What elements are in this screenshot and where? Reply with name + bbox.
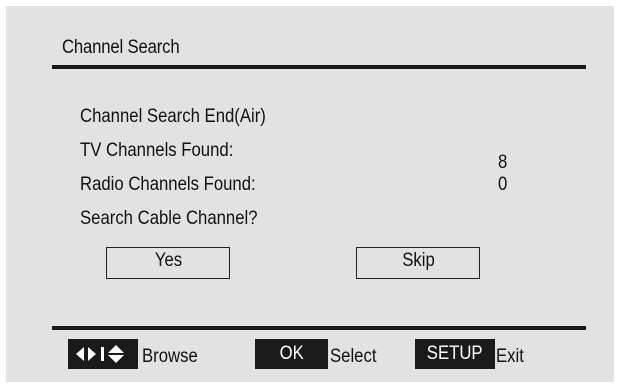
select-hint: Select [330, 346, 377, 367]
radio-channels-count: 0 [498, 174, 508, 195]
ok-key: OK [255, 339, 328, 369]
radio-channels-label: Radio Channels Found: [80, 174, 256, 195]
setup-key: SETUP [415, 339, 495, 369]
ok-key-label: OK [279, 343, 304, 364]
title-divider [52, 65, 586, 69]
tv-channels-label: TV Channels Found: [80, 140, 234, 161]
page-title: Channel Search [62, 37, 180, 58]
exit-hint: Exit [496, 346, 524, 367]
skip-button-label: Skip [401, 250, 435, 271]
navigation-keys [68, 339, 138, 369]
yes-button[interactable]: Yes [106, 247, 230, 279]
skip-button[interactable]: Skip [356, 247, 480, 279]
status-text: Channel Search End(Air) [80, 106, 266, 127]
tv-channels-count: 8 [498, 152, 508, 173]
browse-hint: Browse [142, 346, 198, 367]
question-text: Search Cable Channel? [80, 208, 258, 229]
footer-divider [52, 326, 586, 330]
channel-search-screen: Channel Search Channel Search End(Air) T… [6, 6, 614, 382]
arrow-keys-icon [76, 345, 124, 363]
yes-button-label: Yes [154, 250, 182, 271]
setup-key-label: SETUP [427, 343, 483, 364]
